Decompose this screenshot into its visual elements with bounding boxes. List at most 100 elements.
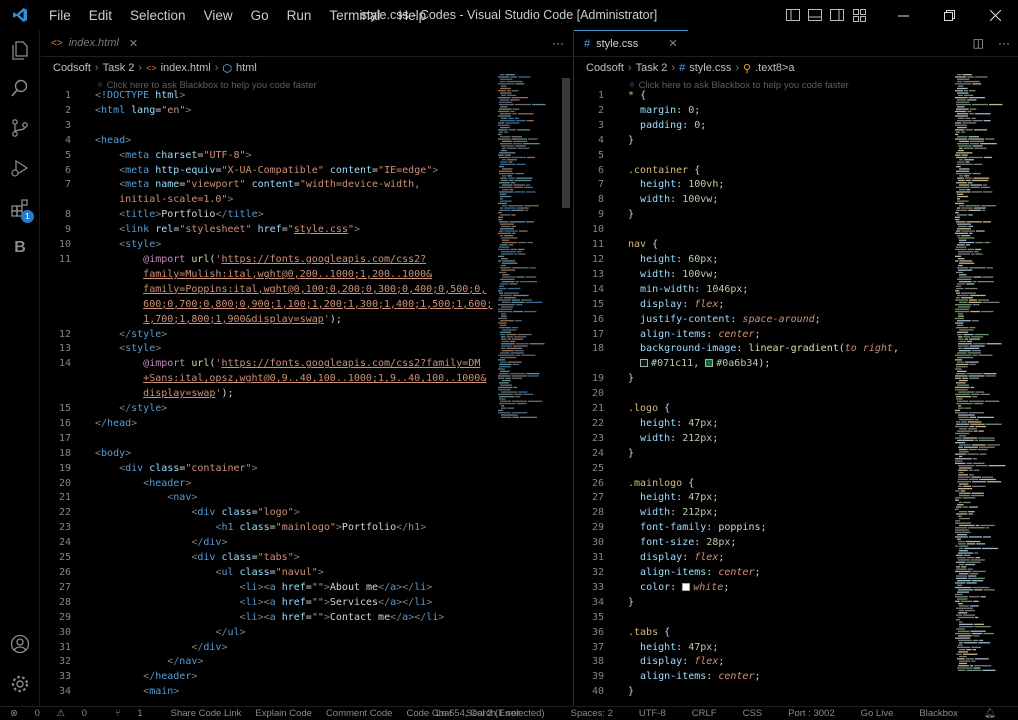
run-debug-icon[interactable]	[0, 150, 40, 186]
restore-icon[interactable]	[926, 9, 972, 21]
code-area-right[interactable]: 1 * {2 margin: 0; 3 padding: 0; 4} 5 6 .contai…	[574, 89, 944, 700]
status-encoding[interactable]: UTF-8	[639, 708, 666, 719]
scrollbar-left[interactable]	[562, 78, 570, 208]
search-icon[interactable]	[0, 70, 40, 106]
code-line[interactable]: 21 .logo {	[574, 402, 944, 417]
code-line[interactable]: 35	[574, 611, 944, 626]
menu-go[interactable]: Go	[242, 8, 278, 23]
code-line[interactable]: 5	[574, 149, 944, 164]
code-line[interactable]: #071c11, #0a6b34);	[574, 357, 944, 372]
toggle-panel-icon[interactable]	[804, 9, 826, 21]
close-tab-icon[interactable]: ✕	[129, 37, 138, 50]
menu-help[interactable]: Help	[389, 8, 435, 23]
code-line[interactable]: 6 <meta http-equiv="X-UA-Compatible" con…	[41, 164, 501, 179]
breadcrumb-item[interactable]: Codsoft	[586, 62, 624, 74]
breadcrumb-item[interactable]: style.css	[689, 62, 731, 74]
code-line[interactable]: 34 <main>	[41, 685, 501, 700]
code-line[interactable]: 30 font-size: 28px;	[574, 536, 944, 551]
code-line[interactable]: 10 <style>	[41, 238, 501, 253]
code-line[interactable]: 31 </div>	[41, 641, 501, 656]
code-line[interactable]: 3	[41, 119, 501, 134]
code-line[interactable]: 20	[574, 387, 944, 402]
code-line[interactable]: 9}	[574, 208, 944, 223]
customize-layout-icon[interactable]	[848, 8, 870, 22]
split-editor-icon[interactable]: ◫	[973, 36, 984, 50]
code-line[interactable]: 10	[574, 223, 944, 238]
code-line[interactable]: 15 </style>	[41, 402, 501, 417]
code-line[interactable]: 22 <div class="logo">	[41, 506, 501, 521]
breadcrumb-item[interactable]: Task 2	[103, 62, 135, 74]
menu-selection[interactable]: Selection	[121, 8, 195, 23]
code-line[interactable]: 27 height: 47px;	[574, 491, 944, 506]
code-line[interactable]: 13 width: 100vw;	[574, 268, 944, 283]
code-line[interactable]: 8 <title>Portfolio</title>	[41, 208, 501, 223]
extensions-icon[interactable]: 1	[0, 190, 40, 226]
code-line[interactable]: 4 <head>	[41, 134, 501, 149]
code-line[interactable]: 12 </style>	[41, 328, 501, 343]
code-line[interactable]: family=Mulish:ital,wght@0,200..1000;1,20…	[41, 268, 501, 283]
code-line[interactable]: 13 <style>	[41, 342, 501, 357]
minimap-left[interactable]	[497, 74, 553, 434]
status-blackbox[interactable]: Blackbox	[919, 708, 958, 719]
code-line[interactable]: 32 align-items: center;	[574, 566, 944, 581]
code-line[interactable]: 32 </nav>	[41, 655, 501, 670]
code-line[interactable]: 18 background-image: linear-gradient(to …	[574, 342, 944, 357]
settings-gear-icon[interactable]	[0, 666, 40, 702]
notifications-bell-icon[interactable]: 🔔︎	[984, 708, 996, 719]
code-line[interactable]: 25	[574, 462, 944, 477]
breadcrumb-item[interactable]: html	[236, 62, 257, 74]
problems-indicator[interactable]: ⊗ 0 ⚠ 0	[10, 708, 101, 719]
code-line[interactable]: 29 font-family: poppins;	[574, 521, 944, 536]
code-line[interactable]: 26 <ul class="navul">	[41, 566, 501, 581]
code-line[interactable]: 3 padding: 0;	[574, 119, 944, 134]
menu-run[interactable]: Run	[278, 8, 321, 23]
status-port[interactable]: Port : 3002	[788, 708, 834, 719]
code-line[interactable]: 1,700;1,800;1,900&display=swap');	[41, 313, 501, 328]
code-line[interactable]: 38 display: flex;	[574, 655, 944, 670]
code-line[interactable]: 30 </ul>	[41, 626, 501, 641]
menu-terminal[interactable]: Terminal	[320, 8, 389, 23]
code-line[interactable]: 37 height: 47px;	[574, 641, 944, 656]
tab-style-css[interactable]: # style.css ✕	[574, 29, 688, 57]
close-window-icon[interactable]	[972, 9, 1018, 21]
code-line[interactable]: family=Poppins:ital,wght@0,100;0,200;0,3…	[41, 283, 501, 298]
toggle-secondary-sidebar-icon[interactable]	[826, 9, 848, 21]
code-line[interactable]: 23 width: 212px;	[574, 432, 944, 447]
blackbox-icon[interactable]: B	[0, 230, 40, 266]
code-line[interactable]: 20 <header>	[41, 477, 501, 492]
code-line[interactable]: 24}	[574, 447, 944, 462]
code-line[interactable]: 31 display: flex;	[574, 551, 944, 566]
status-share-code-link[interactable]: Share Code Link	[171, 708, 242, 719]
code-line[interactable]: 34}	[574, 596, 944, 611]
menu-file[interactable]: File	[40, 8, 80, 23]
code-line[interactable]: 7 <meta name="viewport" content="width=d…	[41, 178, 501, 193]
code-line[interactable]: 1 <!DOCTYPE html>	[41, 89, 501, 104]
code-line[interactable]: 25 <div class="tabs">	[41, 551, 501, 566]
code-line[interactable]: 9 <link rel="stylesheet" href="style.css…	[41, 223, 501, 238]
code-line[interactable]: 28 <li><a href="">Services</a></li>	[41, 596, 501, 611]
code-line[interactable]: 19 <div class="container">	[41, 462, 501, 477]
code-line[interactable]: +Sans:ital,opsz,wght@0,9..40,100..1000;1…	[41, 372, 501, 387]
code-line[interactable]: 39 align-items: center;	[574, 670, 944, 685]
code-line[interactable]: 36 .tabs {	[574, 626, 944, 641]
code-line[interactable]: 33 </header>	[41, 670, 501, 685]
status-comment-code[interactable]: Comment Code	[326, 708, 393, 719]
code-line[interactable]: 11 nav {	[574, 238, 944, 253]
code-line[interactable]: 600;0,700;0,800;0,900;1,100;1,200;1,300;…	[41, 298, 501, 313]
toggle-sidebar-icon[interactable]	[782, 9, 804, 21]
code-line[interactable]: 11 @import url('https://fonts.googleapis…	[41, 253, 501, 268]
breadcrumb-item[interactable]: Task 2	[636, 62, 668, 74]
menu-view[interactable]: View	[195, 8, 242, 23]
code-line[interactable]: 4}	[574, 134, 944, 149]
code-line[interactable]: 40}	[574, 685, 944, 700]
code-line[interactable]: 15 display: flex;	[574, 298, 944, 313]
code-line[interactable]: 26 .mainlogo {	[574, 477, 944, 492]
code-area-left[interactable]: 1 <!DOCTYPE html> 2 <html lang="en"> 3 4 <head…	[41, 89, 501, 700]
status-indentation[interactable]: Spaces: 2	[571, 708, 613, 719]
breadcrumb-item[interactable]: Codsoft	[53, 62, 91, 74]
code-line[interactable]: 17 align-items: center;	[574, 328, 944, 343]
code-line[interactable]: 27 <li><a href="">About me</a></li>	[41, 581, 501, 596]
code-line[interactable]: 12 height: 60px;	[574, 253, 944, 268]
minimap-right[interactable]	[954, 74, 1010, 694]
tab-index-html[interactable]: <> index.html ✕	[41, 30, 148, 57]
